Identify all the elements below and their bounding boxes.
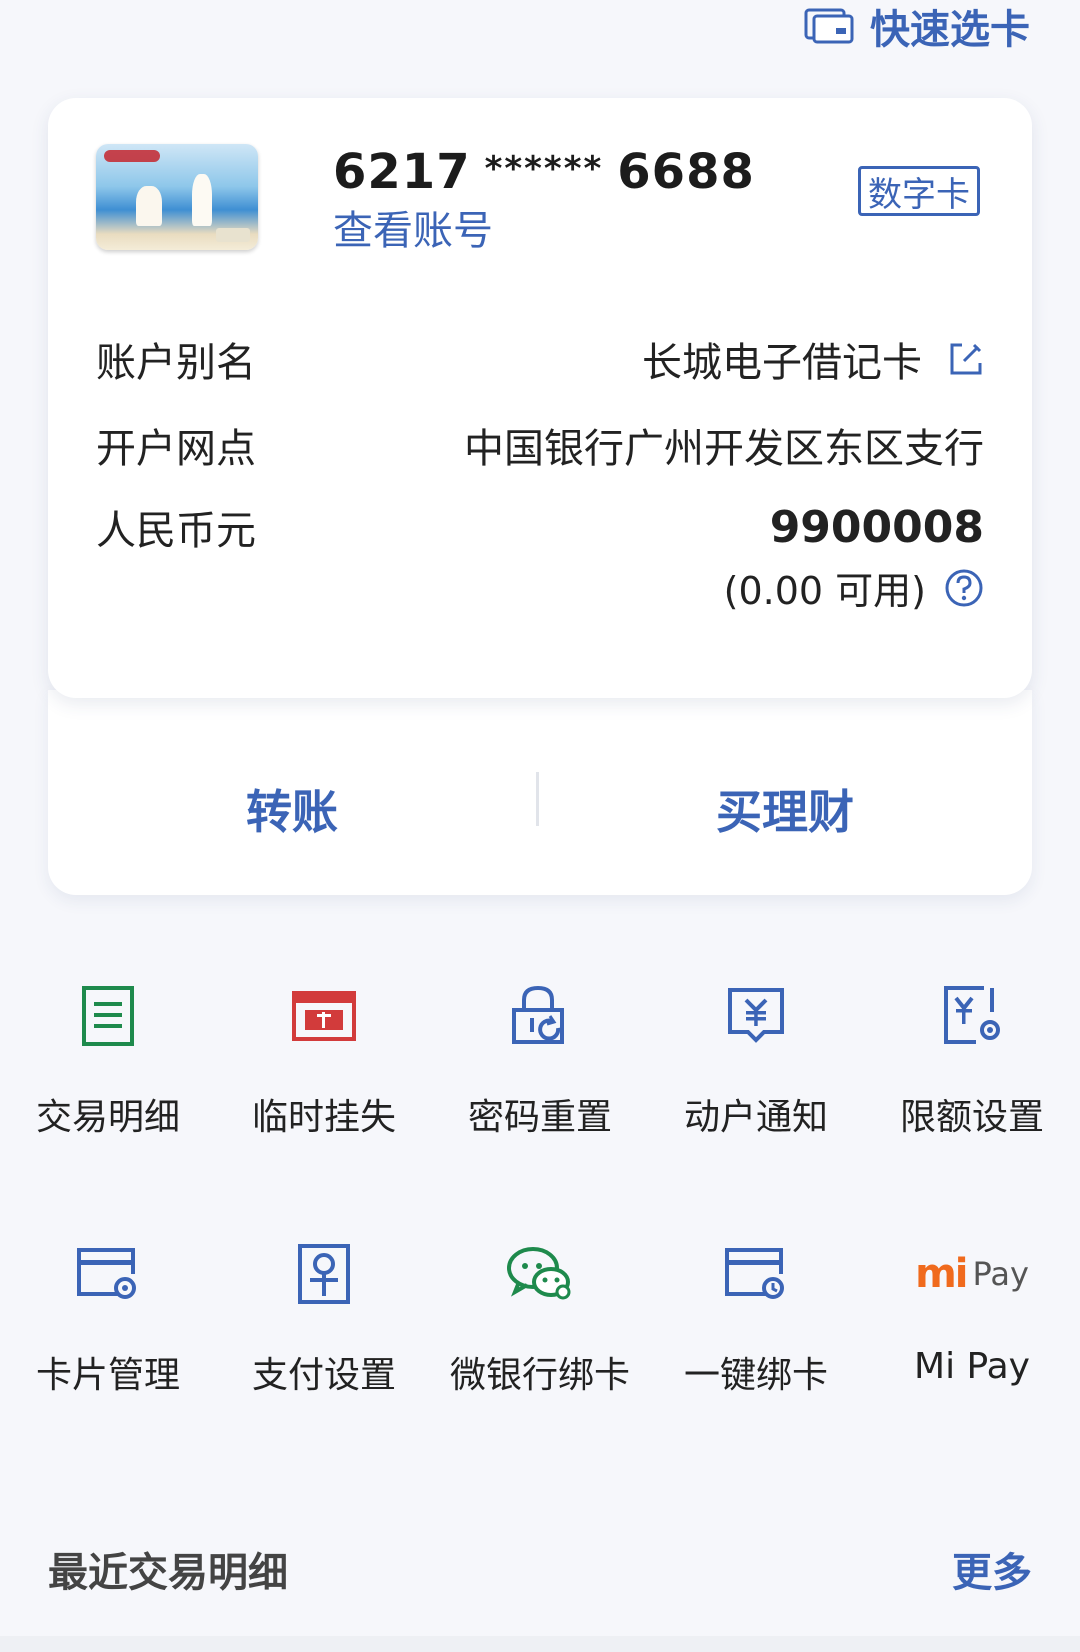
limit-settings-icon — [944, 986, 1000, 1044]
service-label: 一键绑卡 — [683, 1355, 828, 1396]
services-row: 卡片管理 支付设置 微银行绑卡 一键绑卡 mi Pay Mi Pay — [0, 1238, 1080, 1418]
service-transaction-detail[interactable]: 交易明细 — [0, 980, 216, 1140]
service-limit-settings[interactable]: 限额设置 — [864, 980, 1080, 1140]
service-label: Mi Pay — [914, 1346, 1030, 1387]
service-label: 卡片管理 — [35, 1355, 180, 1396]
available-value: (0.00 可用) — [723, 569, 926, 613]
service-payment-settings[interactable]: 支付设置 — [216, 1238, 432, 1398]
alias-value: 长城电子借记卡 — [642, 340, 922, 386]
transaction-detail-icon — [82, 986, 134, 1046]
card-management-icon — [77, 1248, 136, 1299]
mi-logo: mi — [915, 1251, 968, 1297]
card-image — [96, 144, 258, 250]
service-label: 微银行绑卡 — [449, 1355, 630, 1396]
branch-label: 开户网点 — [96, 426, 256, 472]
card-number: 6217 ****** 6688 — [333, 144, 755, 200]
one-click-bind-icon — [725, 1248, 784, 1299]
service-label: 限额设置 — [899, 1097, 1044, 1138]
service-password-reset[interactable]: 密码重置 — [432, 980, 648, 1140]
action-divider — [536, 772, 539, 826]
service-one-click-bind[interactable]: 一键绑卡 — [648, 1238, 864, 1398]
password-reset-icon — [512, 985, 564, 1044]
card-number-mask: ****** — [484, 149, 604, 189]
service-label: 交易明细 — [35, 1097, 180, 1138]
branch-row: 开户网点 中国银行广州开发区东区支行 — [96, 416, 984, 474]
help-icon[interactable] — [944, 568, 984, 608]
edit-icon[interactable] — [948, 341, 984, 377]
wechat-bank-bind-icon — [507, 1247, 571, 1300]
service-account-notification[interactable]: 动户通知 — [648, 980, 864, 1140]
transfer-button[interactable]: 转账 — [246, 776, 338, 842]
service-label: 动户通知 — [683, 1097, 828, 1138]
quick-actions-panel: 转账 买理财 — [48, 690, 1032, 895]
quick-select-label: 快速选卡 — [870, 7, 1030, 53]
pay-logo: Pay — [972, 1255, 1029, 1293]
services-row: 交易明细 临时挂失 密码重置 动户通知 限额设置 — [0, 980, 1080, 1160]
bottom-divider — [0, 1636, 1080, 1652]
service-temporary-loss[interactable]: 临时挂失 — [216, 980, 432, 1140]
digital-card-badge: 数字卡 — [858, 166, 980, 216]
temporary-loss-report-icon — [292, 991, 356, 1041]
service-card-management[interactable]: 卡片管理 — [0, 1238, 216, 1398]
mi-pay-icon: mi Pay — [864, 1238, 1080, 1310]
more-link[interactable]: 更多 — [952, 1540, 1032, 1598]
view-account-link[interactable]: 查看账号 — [333, 198, 493, 256]
service-label: 临时挂失 — [251, 1097, 396, 1138]
card-switch-icon — [804, 8, 854, 44]
payment-settings-icon — [298, 1244, 350, 1304]
available-balance: (0.00 可用) — [724, 560, 984, 615]
card-number-suffix: 6688 — [617, 144, 755, 200]
alias-label: 账户别名 — [96, 340, 256, 386]
balance-value: 9900008 — [769, 501, 984, 553]
currency-row: 人民币元 9900008 — [96, 498, 984, 556]
account-notification-icon — [728, 988, 784, 1043]
recent-transactions-title: 最近交易明细 — [48, 1550, 288, 1596]
card-number-prefix: 6217 — [333, 144, 471, 200]
alias-row: 账户别名 长城电子借记卡 — [96, 330, 984, 388]
branch-value: 中国银行广州开发区东区支行 — [464, 426, 984, 472]
currency-label: 人民币元 — [96, 508, 256, 554]
service-label: 支付设置 — [251, 1355, 396, 1396]
service-wechat-bind[interactable]: 微银行绑卡 — [432, 1238, 648, 1398]
quick-select-card-button[interactable]: 快速选卡 — [804, 0, 1030, 53]
card-info-panel: 6217 ****** 6688 查看账号 数字卡 账户别名 长城电子借记卡 开户网… — [48, 98, 1032, 698]
buy-wealth-button[interactable]: 买理财 — [716, 776, 854, 842]
service-label: 密码重置 — [467, 1097, 612, 1138]
service-mi-pay[interactable]: mi Pay Mi Pay — [864, 1238, 1080, 1387]
